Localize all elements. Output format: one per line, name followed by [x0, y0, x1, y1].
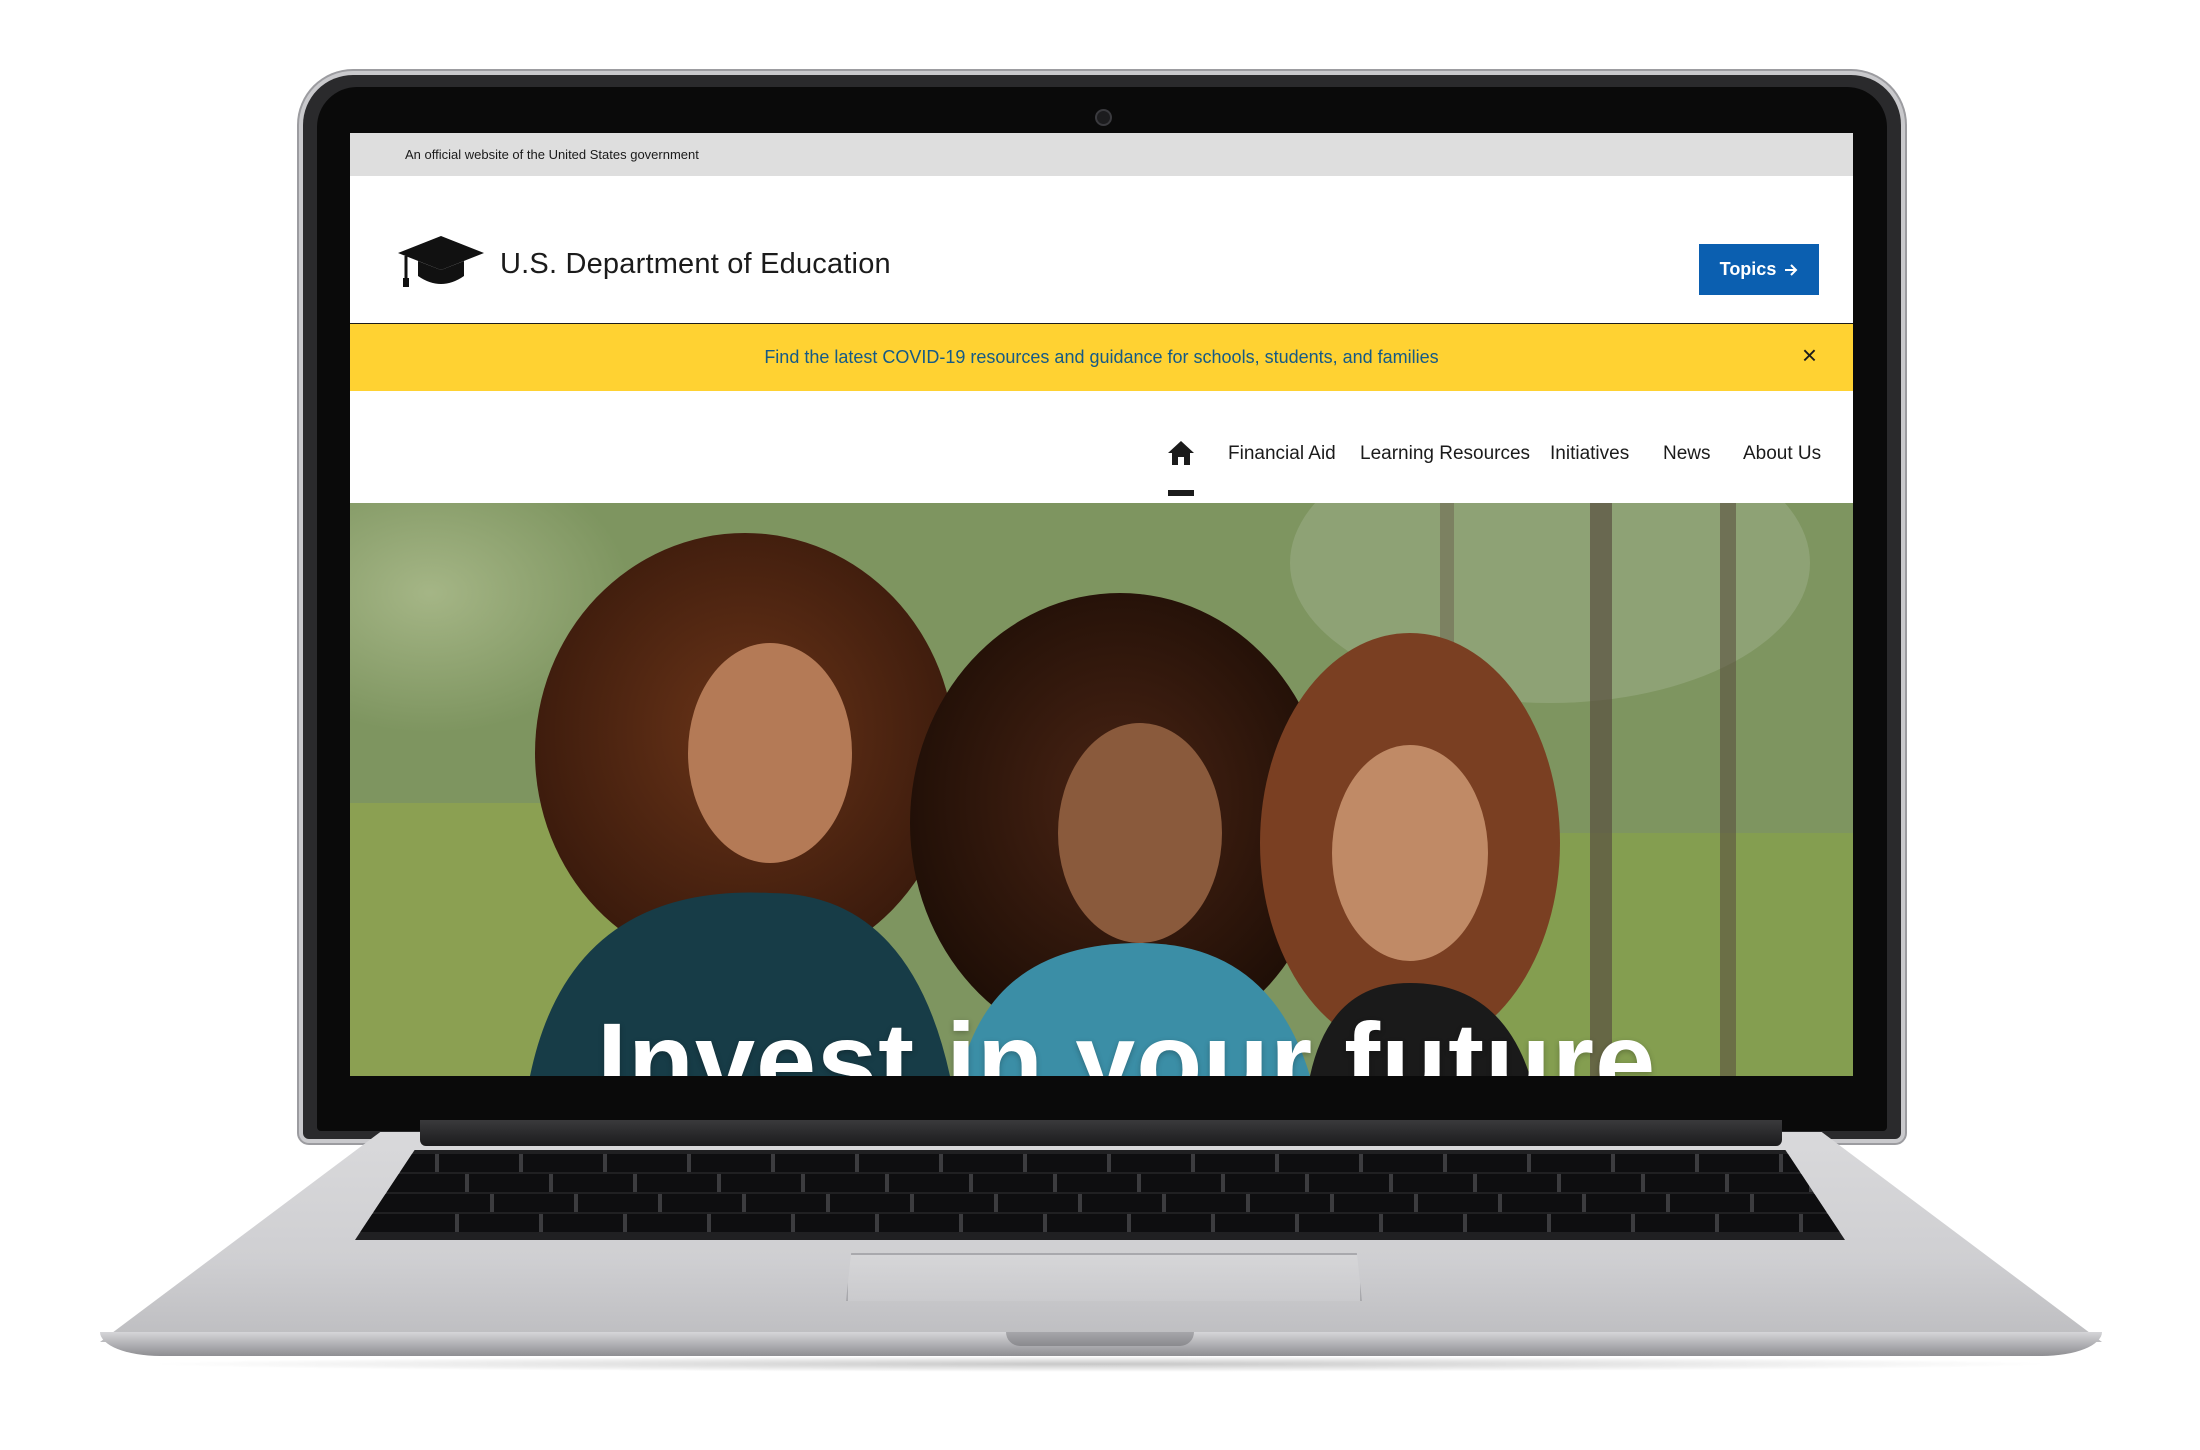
close-icon[interactable]: × [1802, 342, 1817, 368]
main-nav: Financial Aid Learning Resources Initiat… [350, 391, 1853, 503]
site-header: U.S. Department of Education Topics [350, 176, 1853, 325]
camera-icon [1095, 109, 1112, 126]
nav-item-news[interactable]: News [1663, 443, 1711, 465]
covid-alert-banner: Find the latest COVID-19 resources and g… [350, 324, 1853, 391]
active-indicator [1168, 490, 1194, 496]
topics-button[interactable]: Topics [1699, 244, 1819, 295]
nav-item-about-us[interactable]: About Us [1743, 443, 1821, 465]
arrow-right-icon [1785, 263, 1798, 276]
graduation-cap-icon[interactable] [398, 236, 484, 290]
gov-banner: An official website of the United States… [350, 133, 1853, 176]
nav-item-initiatives[interactable]: Initiatives [1550, 443, 1629, 465]
home-icon[interactable] [1167, 440, 1195, 466]
laptop-hinge [420, 1120, 1782, 1146]
gov-banner-text: An official website of the United States… [405, 147, 699, 162]
hero-image [350, 503, 1853, 1076]
hero-section: Invest in your future [350, 503, 1853, 1076]
hero-headline: Invest in your future [597, 1000, 1657, 1076]
laptop-notch [1006, 1332, 1194, 1346]
nav-item-learning-resources[interactable]: Learning Resources [1360, 443, 1530, 465]
browser-viewport: An official website of the United States… [350, 133, 1853, 1076]
nav-item-financial-aid[interactable]: Financial Aid [1228, 443, 1336, 465]
topics-button-label: Topics [1719, 259, 1777, 279]
alert-link[interactable]: Find the latest COVID-19 resources and g… [350, 347, 1853, 368]
keyboard [355, 1150, 1845, 1240]
laptop-shadow [140, 1356, 2060, 1372]
trackpad [846, 1253, 1362, 1301]
site-title[interactable]: U.S. Department of Education [500, 248, 891, 281]
